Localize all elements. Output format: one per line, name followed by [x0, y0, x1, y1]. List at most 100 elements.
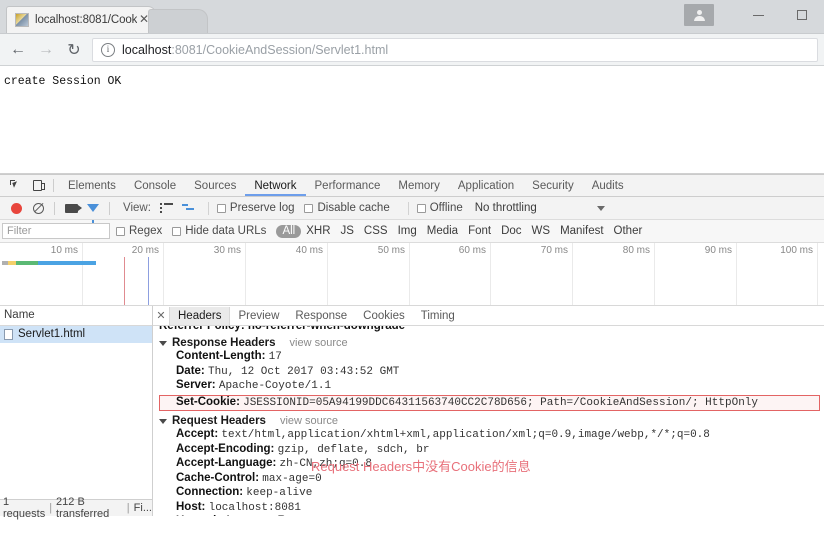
filter-type-all[interactable]: All [276, 224, 302, 238]
list-view-icon[interactable] [156, 198, 178, 218]
timeline-gridline [817, 243, 818, 305]
header-value: Thu, 12 Oct 2017 03:43:52 GMT [207, 365, 400, 378]
header-row: Host: localhost:8081 [159, 501, 824, 516]
separator: | [126, 502, 130, 514]
inspect-element-icon[interactable] [4, 176, 26, 196]
checkbox-box[interactable] [172, 226, 182, 236]
filter-type-img[interactable]: Img [393, 225, 422, 237]
preserve-log-label: Preserve log [229, 202, 295, 214]
timeline-tick-label: 90 ms [704, 245, 732, 256]
chevron-down-icon[interactable] [596, 205, 605, 211]
triangle-down-icon[interactable] [159, 418, 167, 424]
back-icon[interactable]: ← [4, 36, 32, 64]
header-row: Server: Apache-Coyote/1.1 [159, 379, 824, 394]
filter-type-font[interactable]: Font [463, 225, 496, 237]
maximize-icon[interactable] [780, 1, 824, 29]
address-bar[interactable]: i localhost:8081/CookieAndSession/Servle… [92, 37, 818, 62]
regex-checkbox[interactable]: Regex [116, 225, 162, 237]
record-icon[interactable] [5, 198, 27, 218]
clear-icon[interactable] [27, 198, 49, 218]
header-value: keep-alive [246, 487, 313, 499]
disable-cache-checkbox[interactable]: Disable cache [304, 202, 390, 214]
minimize-icon[interactable] [736, 1, 780, 29]
timeline-gridline [490, 243, 491, 305]
filter-type-css[interactable]: CSS [359, 225, 393, 237]
column-header-name[interactable]: Name [0, 306, 152, 326]
browser-tab[interactable]: localhost:8081/Cookie ✕ [6, 6, 156, 33]
camera-icon[interactable] [60, 198, 82, 218]
filter-type-manifest[interactable]: Manifest [555, 225, 608, 237]
disable-cache-label: Disable cache [317, 202, 390, 214]
header-name: Cache-Control: [176, 471, 260, 484]
header-value: gzip, deflate, sdch, br [277, 443, 430, 456]
filter-type-js[interactable]: JS [336, 225, 359, 237]
separator: | [49, 502, 53, 514]
devtools-tab-sources[interactable]: Sources [185, 176, 245, 196]
annotation-text: Request Headers中没有Cookie的信息 [311, 459, 531, 474]
header-name: Server: [176, 379, 216, 391]
header-value: Apache-Coyote/1.1 [218, 380, 332, 392]
devtools-tab-application[interactable]: Application [449, 176, 523, 196]
view-source-link[interactable]: view source [290, 337, 348, 349]
device-toolbar-icon[interactable] [26, 176, 48, 196]
profile-icon[interactable] [684, 4, 714, 26]
devtools-tab-audits[interactable]: Audits [583, 176, 633, 196]
filter-input[interactable]: Filter [2, 223, 110, 239]
timeline-tick-label: 50 ms [377, 245, 405, 256]
checkbox-box[interactable] [416, 203, 426, 213]
network-overview-timeline[interactable]: 10 ms 20 ms 30 ms 40 ms 50 ms 60 ms 70 ms 80 ms… [0, 243, 824, 306]
devtools-tab-performance[interactable]: Performance [306, 176, 390, 196]
view-source-link[interactable]: view source [280, 415, 338, 427]
referrer-policy-text: Referrer Policy: no-referrer-when-downgr… [159, 326, 406, 332]
filter-type-doc[interactable]: Doc [496, 225, 526, 237]
network-status-bar: 1 requests | 212 B transferred | Fi... [0, 496, 152, 520]
network-filter-bar: Filter Regex Hide data URLs All XHR JS CSS I… [0, 220, 824, 243]
reload-icon[interactable]: ↻ [60, 36, 88, 64]
timeline-tick-label: 70 ms [540, 245, 568, 256]
detail-tab-headers[interactable]: Headers [169, 306, 231, 325]
header-row-highlighted: Set-Cookie: JSESSIONID=05A94199DDC643115… [159, 394, 820, 411]
hide-data-urls-checkbox[interactable]: Hide data URLs [172, 225, 266, 237]
overview-request-bar [2, 261, 96, 265]
close-icon[interactable]: ✕ [153, 309, 169, 322]
waterfall-view-icon[interactable] [178, 198, 200, 218]
response-headers-section-header[interactable]: Response Headers view source [159, 336, 824, 350]
filter-type-ws[interactable]: WS [527, 225, 556, 237]
checkbox-box[interactable] [304, 203, 314, 213]
timeline-gridline [572, 243, 573, 305]
triangle-down-icon[interactable] [159, 340, 167, 346]
filter-type-media[interactable]: Media [422, 225, 463, 237]
page-favicon-icon [15, 13, 29, 27]
request-headers-section-header[interactable]: Request Headers view source [159, 414, 824, 428]
forward-icon[interactable]: → [32, 36, 60, 64]
throttling-select[interactable]: No throttling [475, 202, 537, 214]
url-host: localhost [122, 42, 172, 57]
devtools-tab-console[interactable]: Console [125, 176, 185, 196]
regex-label: Regex [129, 225, 163, 237]
detail-tab-response[interactable]: Response [287, 307, 355, 325]
devtools-tab-elements[interactable]: Elements [59, 176, 125, 196]
detail-tab-bar: ✕ Headers Preview Response Cookies Timing [153, 306, 824, 326]
funnel-icon[interactable] [82, 198, 104, 223]
request-detail-pane: ✕ Headers Preview Response Cookies Timing Re… [153, 306, 824, 516]
request-row[interactable]: Servlet1.html [0, 326, 152, 343]
new-tab-button[interactable] [148, 9, 208, 33]
network-toolbar: View: Preserve log Disable cache Offline… [0, 197, 824, 223]
header-value: 17 [268, 351, 282, 363]
browser-toolbar: ← → ↻ i localhost:8081/CookieAndSession/… [0, 34, 824, 66]
checkbox-box[interactable] [116, 226, 125, 236]
filter-type-other[interactable]: Other [609, 225, 648, 237]
devtools-tab-security[interactable]: Security [523, 176, 583, 196]
preserve-log-checkbox[interactable]: Preserve log [216, 202, 295, 214]
offline-checkbox[interactable]: Offline [416, 202, 463, 214]
window-controls [684, 0, 824, 30]
filter-type-xhr[interactable]: XHR [301, 225, 335, 237]
info-icon[interactable]: i [101, 42, 115, 57]
detail-tab-cookies[interactable]: Cookies [355, 307, 413, 325]
devtools-tab-memory[interactable]: Memory [389, 176, 449, 196]
detail-tab-preview[interactable]: Preview [230, 307, 287, 325]
detail-tab-timing[interactable]: Timing [413, 307, 463, 325]
tab-strip: localhost:8081/Cookie ✕ [0, 5, 208, 33]
devtools-tab-network[interactable]: Network [245, 176, 306, 196]
checkbox-box[interactable] [216, 203, 226, 213]
